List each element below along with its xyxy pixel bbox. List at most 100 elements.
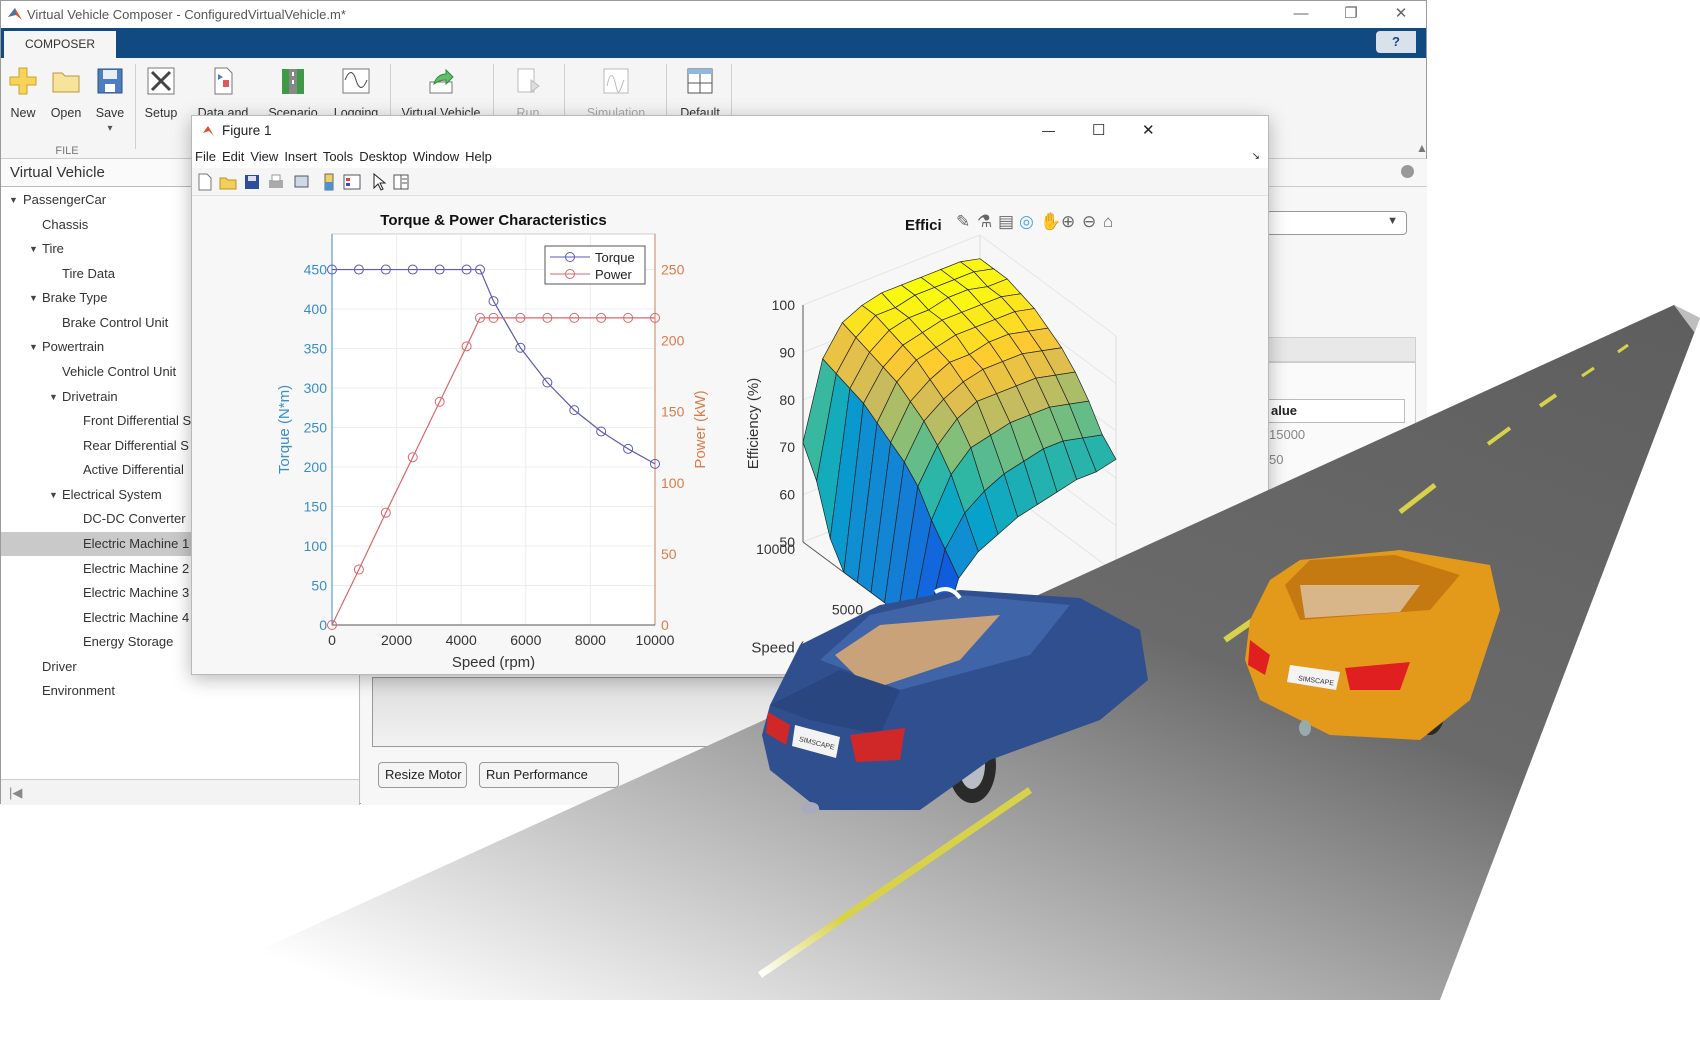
tree-item-label: Vehicle Control Unit (62, 363, 177, 379)
figure-minimize-button[interactable]: — (1042, 116, 1055, 146)
minimize-button[interactable]: — (1281, 1, 1321, 28)
torque-power-chart: 0 2000 4000 6000 8000 10000050100150200250300… (276, 212, 709, 671)
efficiency-surface-chart: 5060708090100500010000Speed (rpm)Efficie… (745, 211, 1117, 657)
folder-icon (52, 72, 80, 93)
tree-item-label: Energy Storage (83, 634, 174, 650)
chart-title: Effici (905, 217, 942, 234)
simulation-button[interactable]: Simulation (581, 66, 651, 120)
collapse-toolstrip-icon[interactable]: ▲ (1416, 141, 1428, 155)
chevron-down-icon: ▼ (1387, 215, 1398, 227)
table-cell[interactable]: 15000 (1269, 427, 1305, 442)
tree-item-label: Powertrain (42, 339, 105, 355)
figure-title: Figure 1 (222, 123, 272, 138)
menu-tools[interactable]: Tools (323, 149, 353, 164)
restore-button[interactable]: ❐ (1331, 1, 1371, 28)
plus-icon (9, 67, 37, 95)
pointer-icon[interactable] (370, 173, 388, 191)
expand-arrow-icon[interactable]: ▼ (29, 335, 38, 359)
run-performance-button[interactable]: Run Performance (479, 762, 619, 788)
options-icon[interactable] (1401, 165, 1414, 178)
figure-close-button[interactable]: ✕ (1142, 116, 1155, 146)
resize-motor-button[interactable]: Resize Motor (378, 762, 467, 788)
speed-axis-label: Speed (rpm) (751, 640, 834, 657)
parameter-dropdown[interactable]: ▼ (1266, 211, 1407, 235)
menu-file[interactable]: File (195, 149, 216, 164)
legend-icon[interactable] (343, 173, 361, 191)
menu-insert[interactable]: Insert (284, 149, 317, 164)
home-icon: ⌂ (1103, 212, 1113, 231)
x-axis-label: Speed (rpm) (452, 654, 535, 671)
expand-arrow-icon[interactable]: ▼ (9, 188, 18, 212)
run-button[interactable]: Run (498, 66, 558, 120)
speed-tick-label: 10000 (756, 541, 795, 557)
help-button[interactable]: ? (1376, 31, 1416, 53)
x-tick-label: 2000 (381, 632, 412, 648)
property-inspector-icon[interactable] (392, 173, 410, 191)
virtual-vehicle-button[interactable]: Virtual Vehicle (401, 66, 481, 120)
tree-item-label: Chassis (42, 216, 89, 232)
tree-item-label: Front Differential S (83, 413, 192, 429)
close-button[interactable]: ✕ (1381, 1, 1421, 28)
save-icon[interactable] (243, 173, 261, 191)
open-icon[interactable] (219, 173, 237, 191)
scenario-button[interactable]: Scenario (263, 66, 323, 120)
expand-arrow-icon[interactable]: ▼ (29, 237, 38, 261)
build-icon (429, 68, 454, 94)
z-tick-label: 80 (779, 392, 795, 408)
menu-edit[interactable]: Edit (222, 149, 244, 164)
menu-window[interactable]: Window (413, 149, 459, 164)
window-title: Virtual Vehicle Composer - ConfiguredVir… (27, 7, 346, 22)
plot-area (331, 233, 656, 626)
save-label: Save (95, 106, 125, 120)
table-cell[interactable]: 50 (1269, 452, 1283, 467)
tab-composer[interactable]: COMPOSER (4, 31, 116, 58)
figure-maximize-button[interactable]: ☐ (1092, 116, 1105, 146)
table-header-value: alue (1267, 399, 1405, 423)
default-layout-button[interactable]: Default (670, 66, 730, 120)
z-axis-label: Efficiency (%) (745, 378, 762, 469)
data-button[interactable]: Data and (193, 66, 253, 120)
expand-arrow-icon[interactable]: ▼ (29, 286, 38, 310)
figure-title-bar: Figure 1 — ☐ ✕ (192, 116, 1268, 146)
figure-menu-bar: File Edit View Insert Tools Desktop Window Help… (192, 146, 1268, 168)
tree-item-label: PassengerCar (23, 192, 107, 207)
tree-item-label: Rear Differential S (83, 437, 189, 453)
tree-item-label: Drivetrain (62, 388, 118, 404)
zoom-in-icon: ⊕ (1061, 212, 1075, 231)
tree-item-label: Driver (42, 658, 77, 674)
z-tick-label: 90 (779, 344, 795, 360)
save-dropdown-icon[interactable]: ▾ (107, 123, 112, 134)
section-label-file: FILE (55, 145, 79, 157)
expand-arrow-icon[interactable]: ▼ (49, 385, 58, 409)
layout-icon (687, 68, 713, 94)
y-left-tick-label: 450 (304, 262, 328, 278)
dock-icon[interactable]: ↘ (1252, 146, 1260, 168)
logging-button[interactable]: Logging (326, 66, 386, 120)
tree-item-label: Environment (42, 683, 115, 699)
colorbar-icon[interactable] (320, 173, 338, 191)
new-label: New (10, 106, 36, 120)
y-left-tick-label: 150 (304, 499, 328, 515)
expand-arrow-icon[interactable]: ▼ (49, 483, 58, 507)
print-preview-icon[interactable] (293, 173, 311, 191)
chart-title: Torque & Power Characteristics (380, 212, 606, 229)
y-left-tick-label: 250 (304, 420, 328, 436)
y-right-tick-label: 100 (661, 475, 685, 491)
collapse-panel-icon[interactable]: |◀ (1, 779, 359, 805)
road-edge-fade (1440, 305, 1700, 1000)
setup-button[interactable]: Setup (131, 66, 191, 120)
brush-icon: ✎ (956, 212, 970, 231)
print-icon[interactable] (267, 173, 285, 191)
open-label: Open (50, 106, 82, 120)
menu-help[interactable]: Help (465, 149, 492, 164)
x-tick-label: 0 (328, 632, 336, 648)
legend-label: Power (595, 267, 633, 282)
y-left-tick-label: 100 (304, 538, 328, 554)
menu-desktop[interactable]: Desktop (359, 149, 407, 164)
new-figure-icon[interactable] (196, 173, 214, 191)
tree-item-label: Electric Machine 3 (83, 585, 190, 601)
menu-view[interactable]: View (250, 149, 278, 164)
tree-item[interactable]: Environment (1, 679, 359, 703)
y-left-tick-label: 350 (304, 341, 328, 357)
z-tick-label: 60 (779, 487, 795, 503)
